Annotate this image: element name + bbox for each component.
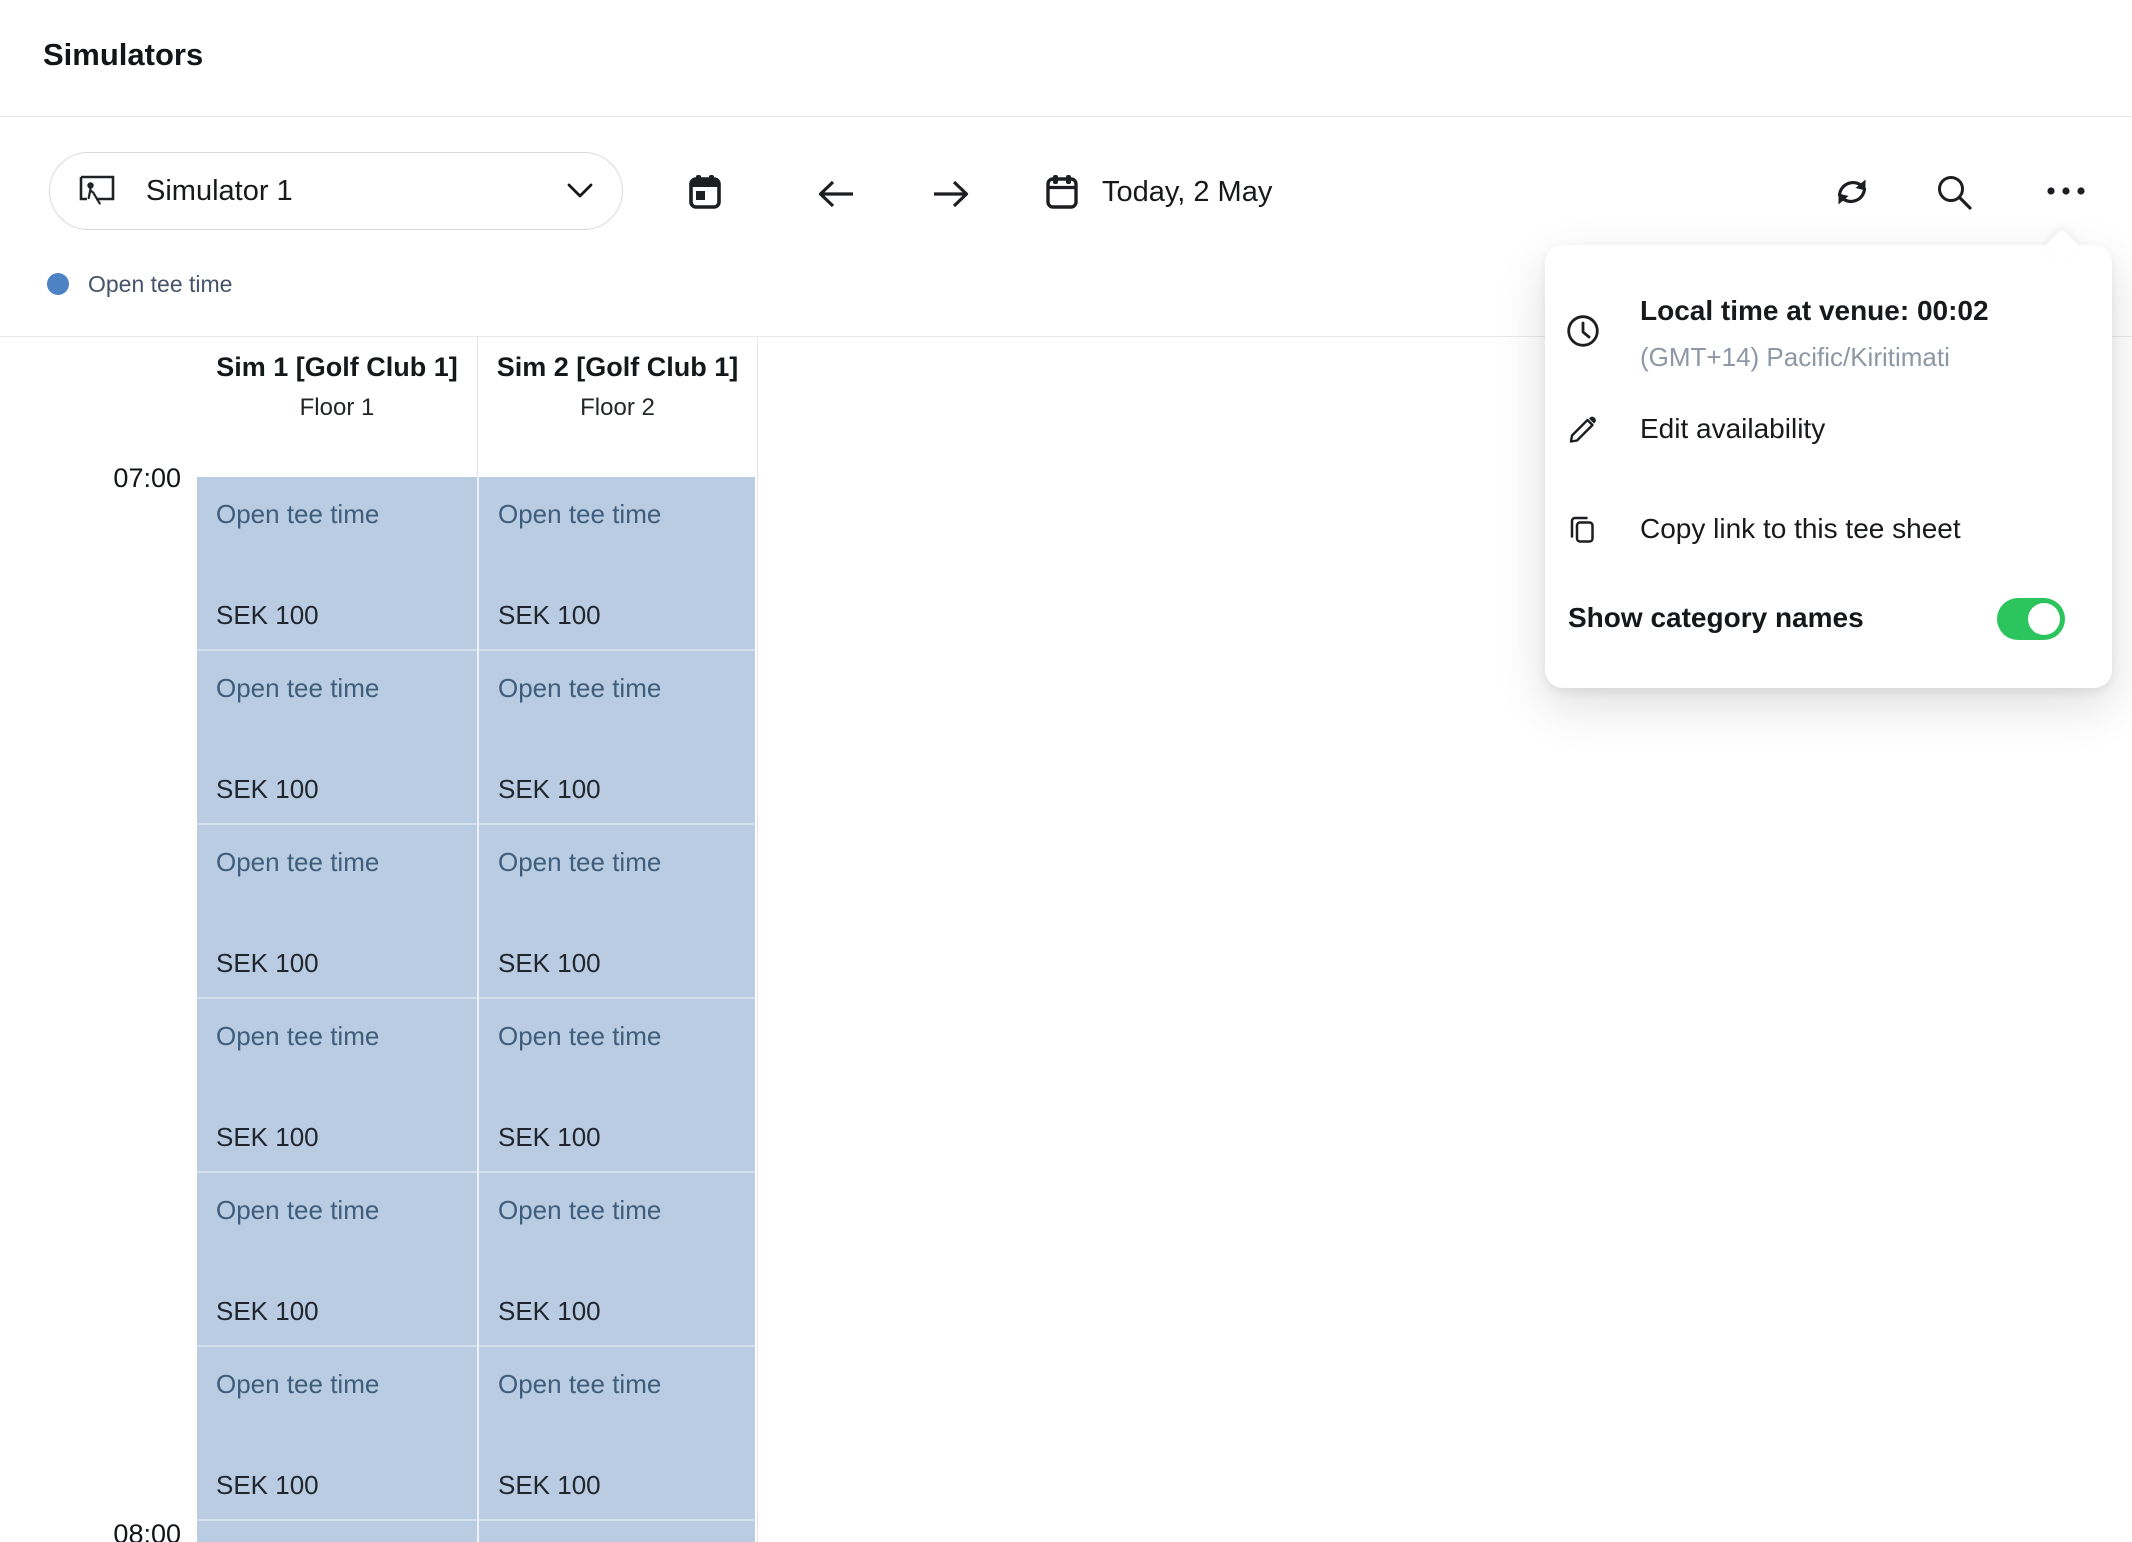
slot-price: SEK 100 xyxy=(216,600,319,631)
local-time-title: Local time at venue: 00:02 xyxy=(1640,293,1989,329)
column-header-sim2: Sim 2 [Golf Club 1] Floor 2 xyxy=(477,337,757,477)
slot-price: SEK 100 xyxy=(216,774,319,805)
column-body-sim1: Open tee time SEK 100 Open tee time SEK 100… xyxy=(197,477,477,1542)
clock-icon xyxy=(1566,314,1600,348)
slot-price: SEK 100 xyxy=(216,948,319,979)
slot-category-label: Open tee time xyxy=(216,1369,379,1400)
simulator-selector-label: Simulator 1 xyxy=(146,175,293,208)
more-options-button[interactable] xyxy=(2038,163,2094,219)
tee-time-slot[interactable]: Open tee time SEK 100 xyxy=(479,651,755,825)
slot-category-label: Open tee time xyxy=(498,499,661,530)
slot-price: SEK 100 xyxy=(498,1122,601,1153)
slot-category-label: Open tee time xyxy=(498,847,661,878)
tee-time-slot[interactable]: Open tee timeSEK 100 xyxy=(479,1521,755,1542)
previous-day-button[interactable] xyxy=(808,166,864,222)
simulator-selector-dropdown[interactable]: Simulator 1 xyxy=(49,152,623,230)
slot-category-label: Open tee time xyxy=(216,1195,379,1226)
column-body-sim2: Open tee time SEK 100 Open tee time SEK 100… xyxy=(477,477,755,1542)
edit-availability-menu-item[interactable]: Edit availability xyxy=(1545,394,2112,466)
tee-time-slot[interactable]: Open tee time SEK 100 xyxy=(197,477,477,651)
calendar-today-icon xyxy=(685,172,723,212)
page-title: Simulators xyxy=(43,37,203,73)
slot-price: SEK 100 xyxy=(498,1470,601,1501)
tee-time-slot[interactable]: Open tee time SEK 100 xyxy=(479,999,755,1173)
tee-time-slot[interactable]: Open tee time SEK 100 xyxy=(197,1347,477,1521)
slot-price: SEK 100 xyxy=(498,774,601,805)
jump-to-date-button[interactable] xyxy=(676,164,732,220)
legend-label: Open tee time xyxy=(88,271,232,298)
show-category-names-label: Show category names xyxy=(1568,602,1864,634)
menu-item-label: Copy link to this tee sheet xyxy=(1640,513,1961,545)
slot-price: SEK 100 xyxy=(498,948,601,979)
tee-time-slot[interactable]: Open tee time SEK 100 xyxy=(479,1347,755,1521)
simulator-screen-icon xyxy=(76,173,118,209)
tee-time-slot[interactable]: Open tee time SEK 100 xyxy=(197,825,477,999)
column-title: Sim 1 [Golf Club 1] xyxy=(213,347,461,388)
column-subtitle: Floor 2 xyxy=(494,390,741,426)
slot-category-label: Open tee time xyxy=(216,499,379,530)
tee-time-slot[interactable]: Open tee time SEK 100 xyxy=(479,1173,755,1347)
time-label: 07:00 xyxy=(0,463,181,494)
column-subtitle: Floor 1 xyxy=(213,390,461,426)
tee-time-slot[interactable]: Open tee time SEK 100 xyxy=(197,1173,477,1347)
slot-price: SEK 100 xyxy=(498,600,601,631)
tee-time-slot[interactable]: Open tee time SEK 100 xyxy=(479,477,755,651)
slot-category-label: Open tee time xyxy=(216,673,379,704)
column-header-sim1: Sim 1 [Golf Club 1] Floor 1 xyxy=(197,337,477,477)
open-tee-time-dot xyxy=(47,273,69,295)
refresh-icon xyxy=(1831,171,1873,213)
tee-time-slot[interactable]: Open tee time SEK 100 xyxy=(479,825,755,999)
slot-price: SEK 100 xyxy=(216,1296,319,1327)
next-day-button[interactable] xyxy=(923,166,979,222)
column-title: Sim 2 [Golf Club 1] xyxy=(494,347,741,388)
search-button[interactable] xyxy=(1926,164,1982,220)
copy-link-menu-item[interactable]: Copy link to this tee sheet xyxy=(1545,494,2112,566)
slot-category-label: Open tee time xyxy=(216,847,379,878)
toggle-knob xyxy=(2028,603,2060,635)
local-time-timezone: (GMT+14) Pacific/Kiritimati xyxy=(1640,339,1950,375)
current-date-label: Today, 2 May xyxy=(1102,176,1272,209)
tee-time-slot[interactable]: Open tee timeSEK 100 xyxy=(197,1521,477,1542)
refresh-button[interactable] xyxy=(1824,164,1880,220)
arrow-right-icon xyxy=(930,177,972,211)
date-picker-button[interactable]: Today, 2 May xyxy=(1042,160,1272,224)
page-header: Simulators xyxy=(0,0,2132,117)
show-category-names-toggle[interactable] xyxy=(1997,598,2065,640)
time-label: 08:00 xyxy=(0,1519,181,1542)
slot-price: SEK 100 xyxy=(216,1122,319,1153)
slot-price: SEK 100 xyxy=(498,1296,601,1327)
pencil-icon xyxy=(1566,414,1598,446)
calendar-icon xyxy=(1042,172,1080,212)
menu-item-label: Edit availability xyxy=(1640,413,1825,445)
slot-category-label: Open tee time xyxy=(498,1021,661,1052)
slot-category-label: Open tee time xyxy=(498,673,661,704)
tee-time-slot[interactable]: Open tee time SEK 100 xyxy=(197,651,477,825)
arrow-left-icon xyxy=(815,177,857,211)
chevron-down-icon xyxy=(566,182,594,200)
tee-sheet-grid: 07:00 08:00 Sim 1 [Golf Club 1] Floor 1 … xyxy=(0,337,760,1542)
slot-category-label: Open tee time xyxy=(498,1369,661,1400)
legend: Open tee time xyxy=(47,268,232,300)
slot-category-label: Open tee time xyxy=(498,1195,661,1226)
more-horizontal-icon xyxy=(2044,184,2088,198)
tee-time-slot[interactable]: Open tee time SEK 100 xyxy=(197,999,477,1173)
more-options-menu: Local time at venue: 00:02 (GMT+14) Paci… xyxy=(1545,245,2112,688)
grid-right-border xyxy=(757,337,758,1542)
slot-category-label: Open tee time xyxy=(216,1021,379,1052)
copy-icon xyxy=(1566,514,1598,546)
slot-price: SEK 100 xyxy=(216,1470,319,1501)
search-icon xyxy=(1933,171,1975,213)
